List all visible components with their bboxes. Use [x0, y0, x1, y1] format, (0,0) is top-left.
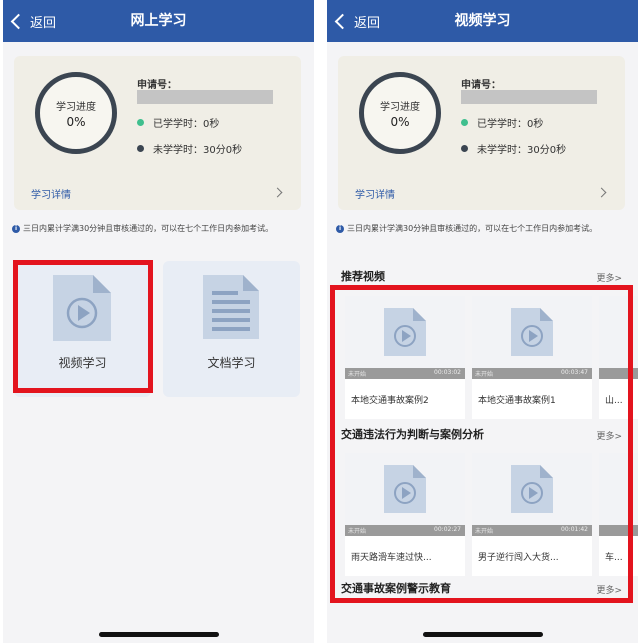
- application-number-redacted: [461, 90, 597, 104]
- studied-time-label: 已学学时：0秒: [477, 119, 544, 130]
- home-indicator: [99, 632, 219, 637]
- video-thumbnail: [599, 453, 638, 536]
- video-card[interactable]: 山...: [599, 296, 638, 419]
- video-duration: 00:02:27: [434, 526, 461, 533]
- section-title-recommended: 推荐视频: [341, 270, 385, 283]
- video-card[interactable]: 未开始 00:02:27 雨天路滑车速过快...: [345, 453, 465, 576]
- video-status: 未开始: [348, 528, 367, 535]
- application-number-label: 申请号：: [137, 80, 177, 91]
- document-learning-tile[interactable]: 文档学习: [163, 261, 300, 397]
- chevron-right-icon[interactable]: [272, 187, 283, 198]
- studied-time-label: 已学学时：0秒: [153, 119, 220, 130]
- video-duration: 00:03:47: [561, 369, 588, 376]
- section-title-violation-analysis: 交通违法行为判断与案例分析: [341, 428, 484, 441]
- dark-dot-icon: [461, 145, 468, 152]
- video-title: 山...: [605, 396, 623, 406]
- green-dot-icon: [137, 119, 144, 126]
- chevron-right-icon[interactable]: [596, 187, 607, 198]
- video-thumbnail: 未开始 00:03:47: [472, 296, 592, 379]
- video-learning-label: 视频学习: [58, 356, 107, 370]
- video-thumbnail: 未开始 00:02:27: [345, 453, 465, 536]
- document-learning-label: 文档学习: [207, 356, 256, 370]
- video-title: 男子逆行闯入大货...: [478, 553, 559, 563]
- notice: i 三日内累计学满30分钟且审核通过的，可以在七个工作日内参加考试。: [336, 222, 628, 236]
- nav-bar: 返回 网上学习: [3, 0, 314, 42]
- section-title-accident-warning: 交通事故案例警示教育: [341, 582, 451, 595]
- info-icon: i: [12, 225, 20, 233]
- video-status-bar: 未开始 00:03:02: [345, 368, 465, 379]
- application-number-redacted: [137, 90, 273, 104]
- study-detail-link[interactable]: 学习详情: [31, 186, 71, 201]
- document-icon: [203, 275, 259, 339]
- page-title: 视频学习: [454, 13, 511, 29]
- video-thumbnail: [599, 296, 638, 379]
- video-duration: 00:03:02: [434, 369, 461, 376]
- remaining-time: 未学学时：30分0秒: [461, 141, 566, 156]
- remaining-time: 未学学时：30分0秒: [137, 141, 242, 156]
- studied-time: 已学学时：0秒: [461, 115, 543, 130]
- video-title: 本地交通事故案例2: [351, 396, 429, 406]
- video-learning-tile[interactable]: 视频学习: [14, 261, 151, 397]
- video-title: 车...: [605, 553, 623, 563]
- video-thumbnail: 未开始 00:01:42: [472, 453, 592, 536]
- video-status-bar: 未开始 00:01:42: [472, 525, 592, 536]
- more-link[interactable]: 更多>: [596, 429, 622, 442]
- video-file-icon: [511, 308, 553, 356]
- progress-title: 学习进度: [56, 101, 96, 113]
- home-indicator: [423, 632, 543, 637]
- video-status: 未开始: [475, 528, 494, 535]
- video-file-icon: [384, 465, 426, 513]
- studied-time: 已学学时：0秒: [137, 115, 219, 130]
- video-card[interactable]: 未开始 00:03:02 本地交通事故案例2: [345, 296, 465, 419]
- more-link[interactable]: 更多>: [596, 271, 622, 284]
- more-link[interactable]: 更多>: [596, 583, 622, 596]
- video-duration: 00:01:42: [561, 526, 588, 533]
- video-title: 本地交通事故案例1: [478, 396, 556, 406]
- learning-screen: 返回 网上学习 学习进度 0% 申请号： 已学学时：0秒 未学学时：30分0秒 …: [3, 0, 314, 643]
- info-icon: i: [336, 225, 344, 233]
- video-file-icon: [384, 308, 426, 356]
- dark-dot-icon: [137, 145, 144, 152]
- video-status-bar: 未开始 00:03:47: [472, 368, 592, 379]
- application-number-label: 申请号：: [461, 80, 501, 91]
- progress-percent: 0%: [390, 114, 410, 129]
- progress-ring: 学习进度 0%: [35, 72, 117, 154]
- progress-ring: 学习进度 0%: [359, 72, 441, 154]
- remaining-time-label: 未学学时：30分0秒: [153, 145, 243, 156]
- progress-card: 学习进度 0% 申请号： 已学学时：0秒 未学学时：30分0秒 学习详情: [14, 56, 301, 210]
- progress-percent: 0%: [66, 114, 86, 129]
- video-card[interactable]: 未开始 00:01:42 男子逆行闯入大货...: [472, 453, 592, 576]
- green-dot-icon: [461, 119, 468, 126]
- progress-title: 学习进度: [380, 101, 420, 113]
- video-status-bar: [599, 368, 638, 379]
- video-title: 雨天路滑车速过快...: [351, 553, 432, 563]
- page-title: 网上学习: [130, 13, 187, 29]
- video-status-bar: [599, 525, 638, 536]
- video-learning-screen: 返回 视频学习 学习进度 0% 申请号： 已学学时：0秒 未学学时：30分0秒 …: [327, 0, 638, 643]
- video-status: 未开始: [475, 371, 494, 378]
- video-card[interactable]: 未开始 00:03:47 本地交通事故案例1: [472, 296, 592, 419]
- study-detail-link[interactable]: 学习详情: [355, 186, 395, 201]
- notice: i 三日内累计学满30分钟且审核通过的，可以在七个工作日内参加考试。: [12, 222, 304, 236]
- remaining-time-label: 未学学时：30分0秒: [477, 145, 567, 156]
- nav-bar: 返回 视频学习: [327, 0, 638, 42]
- video-status: 未开始: [348, 371, 367, 378]
- notice-text: 三日内累计学满30分钟且审核通过的，可以在七个工作日内参加考试。: [23, 224, 274, 233]
- notice-text: 三日内累计学满30分钟且审核通过的，可以在七个工作日内参加考试。: [347, 224, 598, 233]
- progress-card: 学习进度 0% 申请号： 已学学时：0秒 未学学时：30分0秒 学习详情: [338, 56, 625, 210]
- video-file-icon: [53, 275, 111, 341]
- video-thumbnail: 未开始 00:03:02: [345, 296, 465, 379]
- video-file-icon: [511, 465, 553, 513]
- video-card[interactable]: 车...: [599, 453, 638, 576]
- video-status-bar: 未开始 00:02:27: [345, 525, 465, 536]
